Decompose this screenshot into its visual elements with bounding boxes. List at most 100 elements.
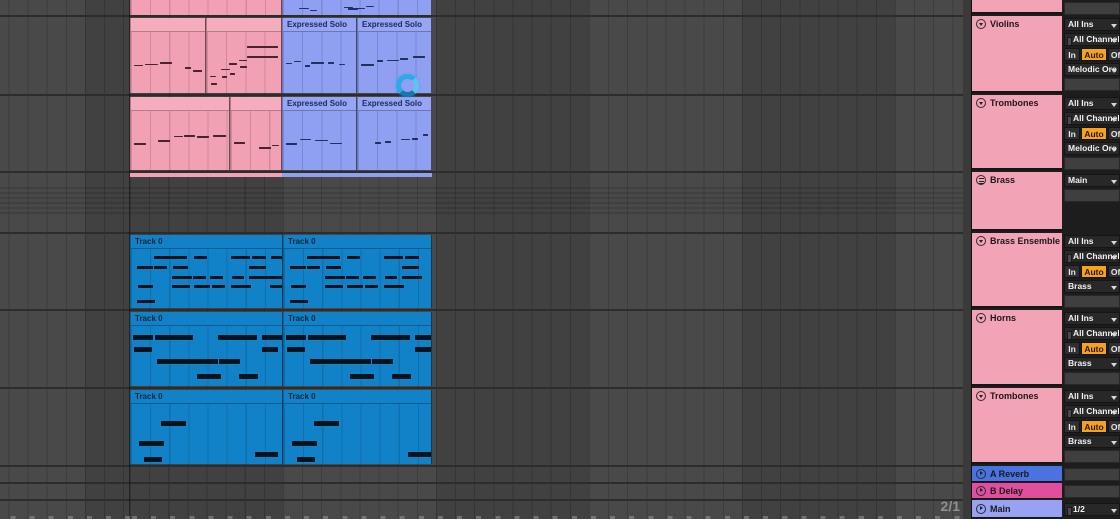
fold-toggle-icon[interactable] (976, 175, 986, 185)
violins-input-channel-chooser[interactable]: All Channels (1064, 33, 1120, 46)
brass-group-output-chooser[interactable]: Main (1064, 174, 1120, 187)
clip-expressed-solo[interactable]: Expressed Solo (357, 97, 432, 170)
violins-output-chooser[interactable]: Melodic Orc (1064, 63, 1120, 76)
midi-note (402, 275, 423, 279)
trombones-2-input-chooser[interactable]: All Ins (1064, 390, 1120, 403)
midi-note (172, 285, 190, 289)
monitor-in-button[interactable]: In (1064, 127, 1080, 140)
brass-ensemble-input-chooser[interactable]: All Ins (1064, 235, 1120, 248)
midi-note (254, 451, 278, 457)
track-name-label: Brass Ensemble (990, 236, 1061, 246)
clip-track-0[interactable]: Track 0 (130, 390, 283, 464)
track-header-trombones-2[interactable]: Trombones (972, 388, 1062, 464)
track-header-violins[interactable]: Violins (972, 16, 1062, 93)
monitor-auto-button[interactable]: Auto (1081, 265, 1107, 278)
track-header-brass-group[interactable]: Brass (972, 172, 1062, 231)
clip-expressed-solo[interactable]: Expressed Solo (357, 18, 432, 93)
track-header-brass-ensemble[interactable]: Brass Ensemble (972, 233, 1062, 308)
monitor-auto-button[interactable]: Auto (1081, 342, 1107, 355)
clip-title: Expressed Solo (358, 18, 431, 32)
arrangement-grid[interactable]: Expressed Solo Expressed Solo Expressed So… (0, 0, 963, 519)
trombones-1-input-chooser[interactable]: All Ins (1064, 97, 1120, 110)
track-header-horns[interactable]: Horns (972, 310, 1062, 386)
trombones-2-output-chooser[interactable]: Brass (1064, 435, 1120, 448)
clip-expressed-solo[interactable]: Expressed Solo (282, 97, 357, 170)
track-header-track-above[interactable] (972, 0, 1062, 14)
clip-pink[interactable] (130, 97, 230, 170)
monitor-in-button[interactable]: In (1064, 420, 1080, 433)
clip-pink[interactable] (230, 97, 282, 170)
clip-track-0[interactable]: Track 0 (283, 312, 432, 386)
midi-note (286, 334, 306, 340)
clip-track-0[interactable]: Track 0 (283, 235, 432, 308)
clip-track-0[interactable]: Track 0 (130, 312, 283, 386)
clip-expressed-solo[interactable]: Expressed Solo (282, 18, 357, 93)
clip-pink[interactable] (206, 18, 282, 93)
midi-note (249, 266, 267, 269)
monitor-auto-button[interactable]: Auto (1081, 420, 1107, 433)
monitor-off-button[interactable]: Off (1108, 420, 1120, 433)
fold-toggle-icon[interactable] (976, 313, 986, 323)
fold-toggle-icon[interactable] (976, 236, 986, 246)
fold-toggle-icon[interactable] (976, 503, 986, 514)
io-row: Brass (1064, 435, 1120, 448)
chevron-down-icon (1111, 317, 1117, 322)
trombones-2-input-channel-chooser[interactable]: All Channels (1064, 405, 1120, 418)
clip-track-0[interactable]: Track 0 (130, 235, 283, 308)
horns-output-chooser[interactable]: Brass (1064, 357, 1120, 370)
midi-note (137, 285, 154, 289)
midi-note (230, 256, 251, 260)
track-header-return-a[interactable]: A Reverb (972, 466, 1062, 482)
clip-title: Track 0 (284, 235, 431, 249)
arrangement-lane-return-a[interactable] (0, 466, 963, 483)
midi-note (219, 359, 241, 365)
clip-track-0[interactable]: Track 0 (283, 390, 432, 464)
fold-toggle-icon[interactable] (976, 468, 986, 479)
monitor-off-button[interactable]: Off (1108, 127, 1120, 140)
arrangement-lane-return-b[interactable] (0, 483, 963, 500)
track-header-return-b[interactable]: B Delay (972, 483, 1062, 499)
monitor-off-button[interactable]: Off (1108, 265, 1120, 278)
monitor-auto-button[interactable]: Auto (1081, 127, 1107, 140)
midi-note (210, 275, 224, 279)
chevron-down-icon (1111, 440, 1117, 445)
monitor-off-button[interactable]: Off (1108, 48, 1120, 61)
brass-ensemble-input-channel-chooser[interactable]: All Channels (1064, 250, 1120, 263)
triangle-down-icon (978, 239, 983, 243)
midi-note (347, 8, 359, 10)
monitor-in-button[interactable]: In (1064, 48, 1080, 61)
fold-toggle-icon[interactable] (976, 391, 986, 401)
midi-note (404, 256, 419, 260)
midi-note (313, 420, 340, 426)
midi-note (391, 373, 411, 379)
io-row: All Channels (1064, 112, 1120, 125)
monitor-in-button[interactable]: In (1064, 342, 1080, 355)
io-row: All Channels (1064, 327, 1120, 340)
midi-note (197, 135, 210, 138)
monitor-in-button[interactable]: In (1064, 265, 1080, 278)
clip-notes (283, 0, 431, 15)
clip-periwinkle[interactable] (282, 0, 432, 15)
track-io-brass-ensemble: All Ins All Channels InAutoOff Brass (1064, 233, 1120, 310)
horns-input-channel-chooser[interactable]: All Channels (1064, 327, 1120, 340)
clip-title: Track 0 (131, 390, 282, 404)
fold-toggle-icon[interactable] (976, 485, 986, 496)
chevron-down-icon (1111, 362, 1117, 367)
brass-ensemble-output-chooser[interactable]: Brass (1064, 280, 1120, 293)
io-empty-box (1064, 2, 1120, 15)
fold-toggle-icon[interactable] (976, 98, 986, 108)
horns-input-chooser[interactable]: All Ins (1064, 312, 1120, 325)
panel-divider[interactable] (963, 0, 972, 519)
clip-pink[interactable] (130, 0, 282, 15)
monitor-off-button[interactable]: Off (1108, 342, 1120, 355)
clip-pink[interactable] (130, 18, 206, 93)
trombones-1-output-chooser[interactable]: Melodic Orc (1064, 142, 1120, 155)
track-header-trombones-1[interactable]: Trombones (972, 95, 1062, 170)
track-header-main[interactable]: Main (972, 500, 1062, 518)
fold-toggle-icon[interactable] (976, 19, 986, 29)
arrangement-position-indicator: 2/1 (940, 498, 960, 514)
trombones-1-input-channel-chooser[interactable]: All Channels (1064, 112, 1120, 125)
violins-input-chooser[interactable]: All Ins (1064, 18, 1120, 31)
main-output-chooser[interactable]: 1/2 (1064, 503, 1120, 516)
monitor-auto-button[interactable]: Auto (1081, 48, 1107, 61)
